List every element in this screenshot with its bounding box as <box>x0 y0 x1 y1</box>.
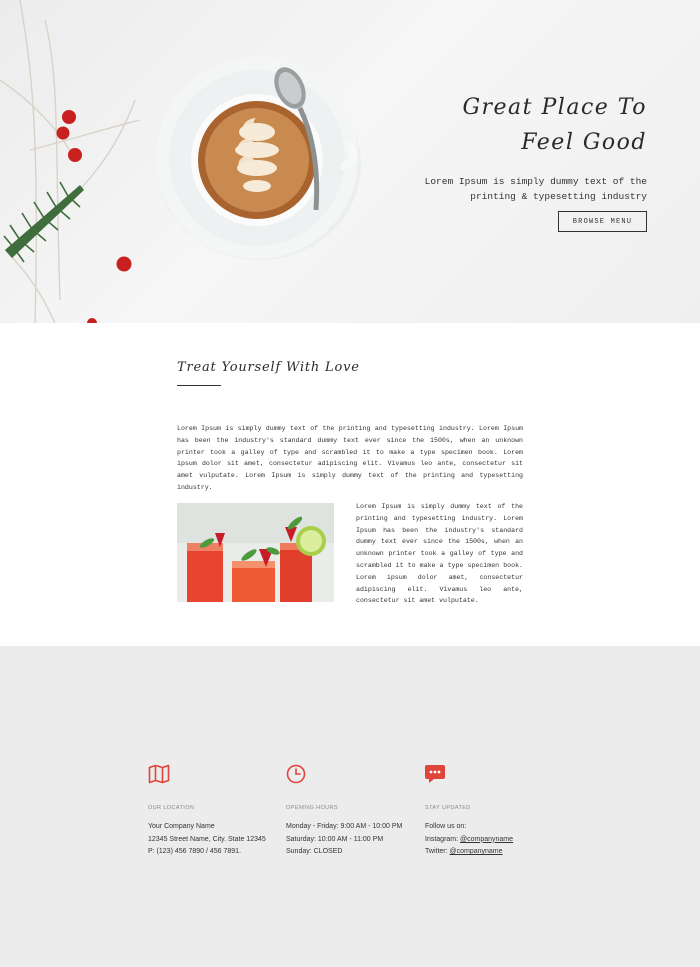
footer-hours: OPENING HOURS Monday - Friday: 9:00 AM -… <box>286 764 426 859</box>
hero-subtitle-line: printing & typesetting industry <box>470 191 647 202</box>
about-side-paragraph: Lorem Ipsum is simply dummy text of the … <box>356 503 523 605</box>
cocktails-image <box>177 503 334 602</box>
company-name: Your Company Name <box>148 823 215 830</box>
hours-weekday: Monday - Friday: 9:00 AM - 10:00 PM <box>286 823 403 830</box>
instagram-row: Instagram: @companyname <box>425 834 565 847</box>
chat-icon <box>425 765 445 783</box>
title-divider <box>177 385 221 386</box>
about-section: Treat Yourself With Love Lorem Ipsum is … <box>0 323 700 646</box>
footer-heading: OUR LOCATION <box>148 805 195 811</box>
twitter-link[interactable]: @companyname <box>450 848 503 855</box>
footer-heading: OPENING HOURS <box>286 805 338 811</box>
hero-subtitle: Lorem Ipsum is simply dummy text of the … <box>317 174 647 204</box>
footer-updated: STAY UPDATED Follow us on: Instagram: @c… <box>425 764 565 859</box>
hours-sunday: Sunday: CLOSED <box>286 848 343 855</box>
map-icon <box>148 764 170 784</box>
footer: OUR LOCATION Your Company Name 12345 Str… <box>0 646 700 967</box>
follow-label: Follow us on: <box>425 823 467 830</box>
hero-title-line: Great Place To <box>462 95 647 120</box>
hero-copy: Great Place To Feel Good Lorem Ipsum is … <box>317 90 647 204</box>
hero-section: Great Place To Feel Good Lorem Ipsum is … <box>0 0 700 323</box>
instagram-link[interactable]: @companyname <box>460 836 513 843</box>
hero-subtitle-line: Lorem Ipsum is simply dummy text of the <box>424 176 647 187</box>
footer-location: OUR LOCATION Your Company Name 12345 Str… <box>148 764 288 859</box>
footer-location-lines: Your Company Name 12345 Street Name, Cit… <box>148 821 288 859</box>
footer-social-lines: Follow us on: Instagram: @companyname Tw… <box>425 821 565 859</box>
footer-heading: STAY UPDATED <box>425 805 471 811</box>
address: 12345 Street Name, City. State 12345 <box>148 835 266 843</box>
footer-hours-lines: Monday - Friday: 9:00 AM - 10:00 PM Satu… <box>286 821 426 859</box>
section-title: Treat Yourself With Love <box>177 360 360 375</box>
instagram-label: Instagram: <box>425 835 461 843</box>
hero-title: Great Place To Feel Good <box>317 90 647 160</box>
browse-menu-button[interactable]: BROWSE MENU <box>558 211 647 232</box>
twitter-label: Twitter: <box>425 848 450 855</box>
phone: P: (123) 456 7890 / 456 7891. <box>148 848 242 855</box>
hero-title-line: Feel Good <box>521 130 647 155</box>
twitter-row: Twitter: @companyname <box>425 846 565 859</box>
hours-saturday: Saturday: 10:00 AM - 11:00 PM <box>286 835 384 843</box>
about-paragraph: Lorem Ipsum is simply dummy text of the … <box>177 425 523 491</box>
clock-icon <box>286 764 306 784</box>
